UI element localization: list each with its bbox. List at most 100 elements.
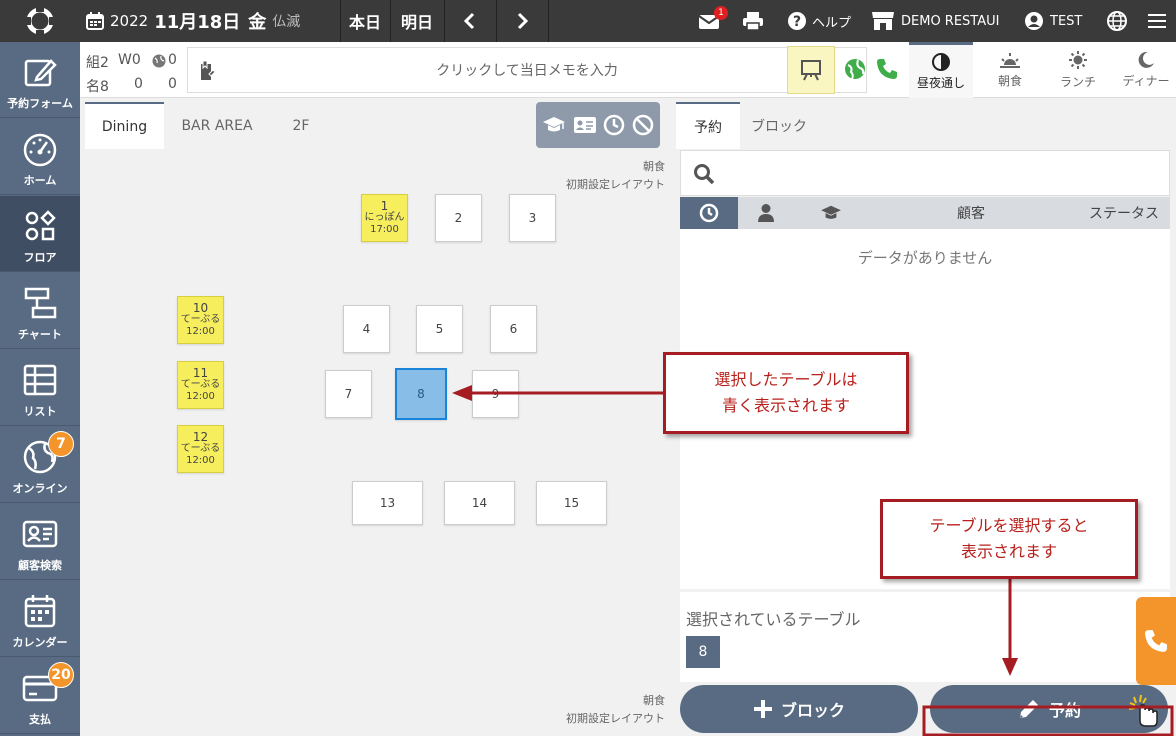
timeslot-label: ディナー [1122,74,1170,88]
sidebar-item-floor[interactable]: フロア [0,196,80,272]
sidebar-item-online[interactable]: 7 オンライン [0,427,80,503]
menu-button[interactable] [1148,0,1166,42]
sidebar-item-label: 予約フォーム [7,97,73,110]
table-15[interactable]: 15 [536,481,607,525]
online-badge: 7 [48,431,74,457]
walkin-people-value: 0 [134,76,143,92]
add-block-button[interactable]: ブロック [680,685,918,733]
table-number: 4 [362,322,371,336]
timeslot-lunch[interactable]: ランチ [1046,42,1110,98]
hand-pointer-cursor-icon [1128,694,1158,727]
next-day-button[interactable] [496,0,548,42]
prev-day-button[interactable] [444,0,496,42]
table-number: 14 [471,496,488,510]
table-7[interactable]: 7 [325,370,372,418]
table-number: 15 [563,496,580,510]
table-4[interactable]: 4 [343,305,390,353]
sort-by-time[interactable] [680,197,738,229]
table-11[interactable]: 11 てーぶる 12:00 [177,361,224,409]
table-9[interactable]: 9 [472,370,519,418]
customer-card-icon[interactable] [573,116,597,134]
sort-by-guests[interactable] [738,197,794,229]
table-10[interactable]: 10 てーぶる 12:00 [177,296,224,344]
tab-2f[interactable]: 2F [269,102,333,149]
phone-icon [1145,630,1167,652]
help-icon: ? [788,12,806,30]
table-3[interactable]: 3 [509,194,556,242]
print-button[interactable] [742,0,764,42]
person-icon [758,204,774,222]
calendar-icon [86,12,104,30]
today-button[interactable]: 本日 [340,0,390,42]
moon-icon [1138,51,1154,68]
mail-button[interactable]: 1 [698,0,728,42]
table-time: 12:00 [186,455,215,466]
sidebar-item-chart[interactable]: チャート [0,273,80,349]
sort-by-course[interactable] [806,197,856,229]
language-button[interactable] [1106,0,1128,42]
web-reservation-toggle[interactable] [844,58,866,84]
table-number: 5 [435,322,444,336]
layout-meal-label: 朝食 [643,160,665,173]
selected-table-chip[interactable]: 8 [686,636,720,668]
app-logo[interactable] [0,0,80,42]
column-customer[interactable]: 顧客 [936,197,1006,229]
course-hat-icon[interactable] [542,115,566,135]
sidebar-item-payment[interactable]: 20 支払 [0,658,80,734]
sidebar-item-home[interactable]: ホーム [0,119,80,195]
sidebar-item-label: オンライン [12,482,68,495]
tab-reservations[interactable]: 予約 [676,102,740,149]
floor-filter-icons [536,102,660,148]
table-2[interactable]: 2 [435,194,482,242]
tomorrow-button[interactable]: 明日 [390,0,444,42]
groups-value: 2 [100,55,109,71]
table-13[interactable]: 13 [352,481,423,525]
phone-side-tab[interactable] [1136,597,1176,685]
phone-reservation-toggle[interactable] [876,58,898,84]
timeslot-breakfast[interactable]: 朝食 [978,42,1042,98]
date-display[interactable]: 2022 11月18日 金 仏滅 [86,0,300,42]
daily-memo-field[interactable]: クリックして当日メモを入力 [187,47,867,93]
table-14[interactable]: 14 [444,481,515,525]
help-button[interactable]: ? ヘルプ [787,0,851,42]
table-6[interactable]: 6 [490,305,537,353]
sidebar-item-calendar[interactable]: カレンダー [0,581,80,657]
rokuyo-text: 仏滅 [272,14,301,30]
whiteboard-button[interactable] [787,46,835,94]
web-groups-value: 0 [168,52,177,68]
table-guest-name: てーぶる [180,443,221,454]
table-number: 1 [380,199,389,213]
table-1[interactable]: 1 にっぽん 17:00 [361,194,408,242]
block-prohibited-icon[interactable] [632,114,654,136]
sidebar-item-reservation-form[interactable]: 予約フォーム [0,42,80,118]
store-selector[interactable]: DEMO RESTAUI [871,0,999,42]
user-menu[interactable]: TEST [1024,0,1082,42]
sidebar-item-label: 顧客検索 [18,559,62,572]
table-8-selected[interactable]: 8 [395,368,447,420]
tab-bar-area[interactable]: BAR AREA [167,102,267,149]
user-label: TEST [1050,13,1083,29]
tab-dining[interactable]: Dining [85,102,164,149]
column-status[interactable]: ステータス [1082,197,1166,229]
list-table-icon [23,364,57,396]
sidebar-item-customer-search[interactable]: 顧客検索 [0,504,80,580]
clock-icon[interactable] [603,114,625,136]
table-number: 12 [192,430,209,444]
timeslot-dinner[interactable]: ディナー [1114,42,1176,98]
mail-badge: 1 [714,6,728,20]
search-input[interactable] [680,150,1170,196]
clock-icon [699,203,719,223]
add-reservation-button[interactable]: 予約 [930,685,1168,733]
timeslot-all-day[interactable]: 昼夜通し [909,42,973,98]
timeslot-label: 朝食 [997,74,1022,88]
pencil-icon [1019,700,1038,718]
plus-icon [753,700,772,718]
table-number: 3 [528,211,537,225]
tab-blocks[interactable]: ブロック [742,102,816,149]
callout-selected-table: 選択したテーブルは 青く表示されます [663,352,909,434]
table-12[interactable]: 12 てーぶる 12:00 [177,425,224,473]
table-5[interactable]: 5 [416,305,463,353]
walkin-groups-value: 0 [131,52,141,68]
sidebar-item-list[interactable]: リスト [0,350,80,426]
people-value: 8 [100,79,109,95]
